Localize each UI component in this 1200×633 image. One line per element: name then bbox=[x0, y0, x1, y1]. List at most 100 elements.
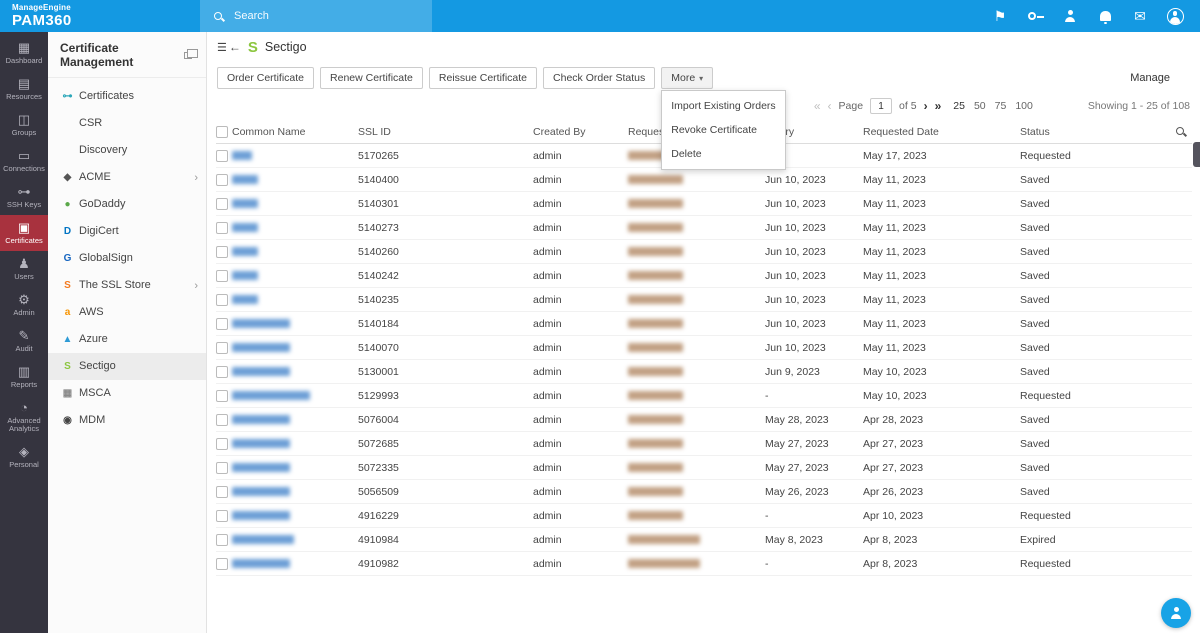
row-checkbox[interactable] bbox=[216, 246, 228, 258]
col-common-name[interactable]: Common Name bbox=[232, 126, 358, 138]
row-checkbox[interactable] bbox=[216, 414, 228, 426]
sidebar-item-reports[interactable]: ▥ Reports bbox=[0, 359, 48, 395]
row-checkbox[interactable] bbox=[216, 294, 228, 306]
floating-action-button[interactable] bbox=[1161, 598, 1191, 628]
nav-item-azure[interactable]: ▲ Azure bbox=[48, 326, 206, 353]
common-name-cell[interactable] bbox=[232, 366, 358, 378]
nav-item-sectigo[interactable]: S Sectigo bbox=[48, 353, 206, 380]
prev-page-button[interactable]: ‹ bbox=[828, 101, 832, 111]
sidebar-item-groups[interactable]: ◫ Groups bbox=[0, 107, 48, 143]
nav-item-msca[interactable]: ▦ MSCA bbox=[48, 380, 206, 407]
nav-item-discovery[interactable]: Discovery bbox=[48, 137, 206, 164]
sidebar-item-connections[interactable]: ▭ Connections bbox=[0, 143, 48, 179]
row-checkbox[interactable] bbox=[216, 318, 228, 330]
search-input[interactable] bbox=[232, 9, 402, 23]
row-checkbox[interactable] bbox=[216, 438, 228, 450]
sidebar-item-ssh-keys[interactable]: ⊶ SSH Keys bbox=[0, 179, 48, 215]
row-checkbox[interactable] bbox=[216, 222, 228, 234]
menu-item-revoke-certificate[interactable]: Revoke Certificate bbox=[662, 118, 784, 142]
table-search-icon[interactable] bbox=[1176, 127, 1184, 135]
sidebar-item-personal[interactable]: ◈ Personal bbox=[0, 439, 48, 475]
nav-item-aws[interactable]: a AWS bbox=[48, 299, 206, 326]
profile-avatar[interactable] bbox=[1166, 7, 1184, 25]
common-name-cell[interactable] bbox=[232, 318, 358, 330]
row-checkbox[interactable] bbox=[216, 558, 228, 570]
nav-item-acme[interactable]: ◆ ACME › bbox=[48, 164, 206, 191]
col-requested-date[interactable]: Requested Date bbox=[863, 126, 1020, 138]
back-arrow-icon[interactable]: ← bbox=[229, 40, 241, 54]
nav-item-godaddy[interactable]: ● GoDaddy bbox=[48, 191, 206, 218]
user-session-icon[interactable] bbox=[1061, 7, 1079, 25]
row-checkbox[interactable] bbox=[216, 534, 228, 546]
common-name-cell[interactable] bbox=[232, 342, 358, 354]
page-input[interactable] bbox=[870, 98, 892, 114]
edge-tab[interactable] bbox=[1193, 142, 1200, 167]
more-button[interactable]: More ▾ Import Existing OrdersRevoke Cert… bbox=[661, 67, 713, 89]
common-name-cell[interactable] bbox=[232, 246, 358, 258]
renew-certificate-button[interactable]: Renew Certificate bbox=[320, 67, 423, 89]
order-certificate-button[interactable]: Order Certificate bbox=[217, 67, 314, 89]
notifications-icon[interactable] bbox=[1096, 7, 1114, 25]
col-ssl-id[interactable]: SSL ID bbox=[358, 126, 533, 138]
sidebar-item-dashboard[interactable]: ▦ Dashboard bbox=[0, 35, 48, 71]
common-name-cell[interactable] bbox=[232, 534, 358, 546]
row-checkbox[interactable] bbox=[216, 462, 228, 474]
first-page-button[interactable]: « bbox=[814, 101, 821, 111]
common-name-cell[interactable] bbox=[232, 174, 358, 186]
sidebar-item-audit[interactable]: ✎ Audit bbox=[0, 323, 48, 359]
nav-item-digicert[interactable]: D DigiCert bbox=[48, 218, 206, 245]
common-name-cell[interactable] bbox=[232, 198, 358, 210]
popout-icon[interactable] bbox=[184, 52, 192, 59]
sidebar-item-users[interactable]: ♟ Users bbox=[0, 251, 48, 287]
row-checkbox[interactable] bbox=[216, 510, 228, 522]
nav-item-csr[interactable]: CSR bbox=[48, 110, 206, 137]
page-size-75[interactable]: 75 bbox=[995, 100, 1007, 112]
reissue-certificate-button[interactable]: Reissue Certificate bbox=[429, 67, 537, 89]
menu-item-import-existing-orders[interactable]: Import Existing Orders bbox=[662, 94, 784, 118]
row-checkbox[interactable] bbox=[216, 150, 228, 162]
manage-link[interactable]: Manage bbox=[1130, 72, 1170, 84]
common-name-cell[interactable] bbox=[232, 294, 358, 306]
common-name-cell[interactable] bbox=[232, 510, 358, 522]
check-order-status-button[interactable]: Check Order Status bbox=[543, 67, 655, 89]
select-all-checkbox[interactable] bbox=[216, 126, 228, 138]
row-checkbox[interactable] bbox=[216, 174, 228, 186]
collapse-menu-icon[interactable]: ☰ bbox=[217, 41, 226, 54]
menu-item-delete[interactable]: Delete bbox=[662, 142, 784, 166]
ssl-id-cell: 5140184 bbox=[358, 318, 533, 330]
announcement-icon[interactable]: ⚑ bbox=[991, 7, 1009, 25]
feedback-icon[interactable]: ✉ bbox=[1131, 7, 1149, 25]
last-page-button[interactable]: » bbox=[935, 101, 942, 111]
nav-item-certificates[interactable]: ⊶ Certificates bbox=[48, 83, 206, 110]
row-checkbox[interactable] bbox=[216, 390, 228, 402]
col-created-by[interactable]: Created By bbox=[533, 126, 628, 138]
global-search[interactable] bbox=[200, 0, 432, 32]
page-size-100[interactable]: 100 bbox=[1015, 100, 1033, 112]
row-checkbox[interactable] bbox=[216, 270, 228, 282]
page-size-50[interactable]: 50 bbox=[974, 100, 986, 112]
nav-item-the-ssl-store[interactable]: S The SSL Store › bbox=[48, 272, 206, 299]
nav-item-globalsign[interactable]: G GlobalSign bbox=[48, 245, 206, 272]
common-name-cell[interactable] bbox=[232, 462, 358, 474]
row-checkbox[interactable] bbox=[216, 366, 228, 378]
common-name-cell[interactable] bbox=[232, 270, 358, 282]
sidebar-item-admin[interactable]: ⚙ Admin bbox=[0, 287, 48, 323]
col-status[interactable]: Status bbox=[1020, 126, 1192, 138]
row-checkbox[interactable] bbox=[216, 198, 228, 210]
common-name-cell[interactable] bbox=[232, 414, 358, 426]
next-page-button[interactable]: › bbox=[924, 101, 928, 111]
key-icon[interactable] bbox=[1026, 7, 1044, 25]
sidebar-item-certificates[interactable]: ▣ Certificates bbox=[0, 215, 48, 251]
page-size-25[interactable]: 25 bbox=[953, 100, 965, 112]
row-checkbox[interactable] bbox=[216, 342, 228, 354]
nav-item-mdm[interactable]: ◉ MDM bbox=[48, 407, 206, 434]
common-name-cell[interactable] bbox=[232, 486, 358, 498]
sidebar-item-advanced-analytics[interactable]: ◔ Advanced Analytics bbox=[0, 395, 48, 439]
row-checkbox[interactable] bbox=[216, 486, 228, 498]
common-name-cell[interactable] bbox=[232, 150, 358, 162]
common-name-cell[interactable] bbox=[232, 222, 358, 234]
common-name-cell[interactable] bbox=[232, 390, 358, 402]
common-name-cell[interactable] bbox=[232, 558, 358, 570]
sidebar-item-resources[interactable]: ▤ Resources bbox=[0, 71, 48, 107]
common-name-cell[interactable] bbox=[232, 438, 358, 450]
